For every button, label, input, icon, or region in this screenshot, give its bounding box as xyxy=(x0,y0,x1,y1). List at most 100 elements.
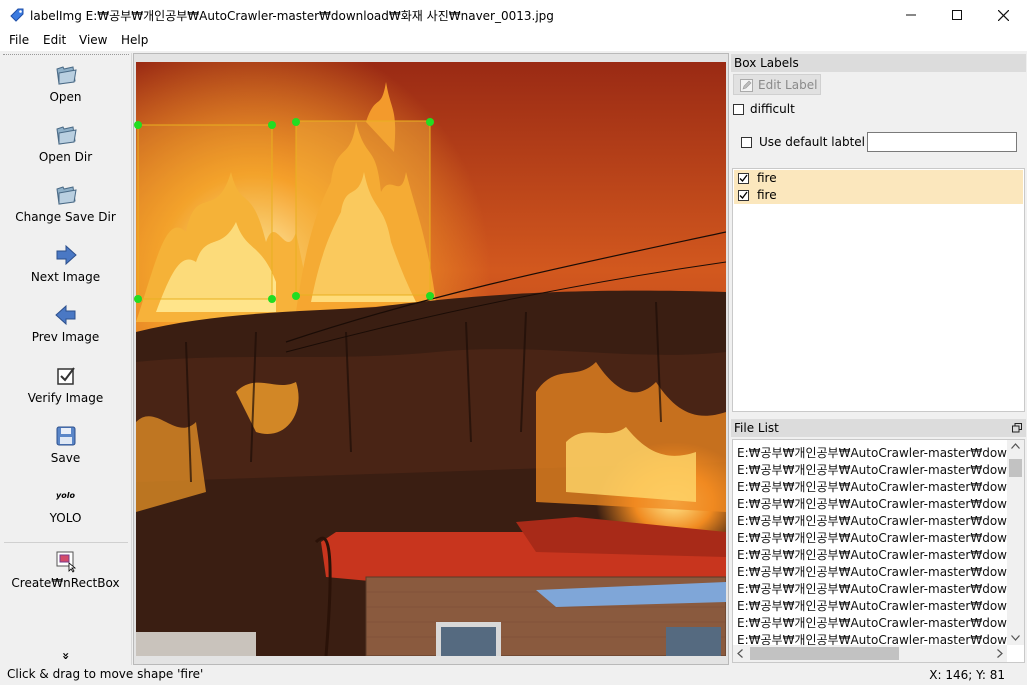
folder-open-icon xyxy=(55,66,77,85)
file-list-item[interactable]: E:₩공부₩개인공부₩AutoCrawler-master₩downloa xyxy=(737,563,1007,580)
menu-help[interactable]: Help xyxy=(121,33,148,47)
file-list-horizontal-scrollbar[interactable] xyxy=(733,645,1007,662)
label-list-item[interactable]: fire xyxy=(734,187,1023,204)
save-label: Save xyxy=(50,451,81,465)
folder-open-icon xyxy=(55,126,77,145)
bbox-handle[interactable] xyxy=(134,121,142,129)
bbox-handle[interactable] xyxy=(292,118,300,126)
file-list-item[interactable]: E:₩공부₩개인공부₩AutoCrawler-master₩downloa xyxy=(737,461,1007,478)
label-item-checkbox[interactable] xyxy=(738,190,749,201)
file-list: E:₩공부₩개인공부₩AutoCrawler-master₩downloa E:… xyxy=(732,439,1025,663)
file-list-item[interactable]: E:₩공부₩개인공부₩AutoCrawler-master₩downloa xyxy=(737,597,1007,614)
menu-edit[interactable]: Edit xyxy=(43,33,66,47)
window-title: labelImg E:₩공부₩개인공부₩AutoCrawler-master₩d… xyxy=(30,9,554,23)
bbox-handle[interactable] xyxy=(268,295,276,303)
folder-open-icon xyxy=(55,186,77,205)
status-bar: Click & drag to move shape 'fire' X: 146… xyxy=(0,665,1027,685)
difficult-checkbox[interactable] xyxy=(733,104,744,115)
scroll-down-icon[interactable] xyxy=(1011,635,1020,641)
scroll-up-icon[interactable] xyxy=(1011,443,1020,449)
scroll-left-icon[interactable] xyxy=(737,649,743,658)
bbox-handle[interactable] xyxy=(426,292,434,300)
file-list-item[interactable]: E:₩공부₩개인공부₩AutoCrawler-master₩downloa xyxy=(737,546,1007,563)
yolo-button[interactable]: yolo YOLO xyxy=(0,484,131,525)
bbox-fire-1[interactable] xyxy=(134,121,276,303)
default-label-input[interactable] xyxy=(867,132,1017,152)
tool-bar: Open Open Dir Change Save Dir Next Image… xyxy=(0,53,132,665)
open-button[interactable]: Open xyxy=(0,63,131,104)
file-list-item[interactable]: E:₩공부₩개인공부₩AutoCrawler-master₩downloa xyxy=(737,580,1007,597)
edit-label-button[interactable]: Edit Label xyxy=(733,74,821,95)
menu-file[interactable]: File xyxy=(9,33,29,47)
label-item-checkbox[interactable] xyxy=(738,173,749,184)
toolbar-separator xyxy=(4,542,128,543)
verify-image-label: Verify Image xyxy=(27,391,104,405)
check-icon xyxy=(739,174,748,182)
floppy-disk-icon xyxy=(56,426,75,446)
file-list-item[interactable]: E:₩공부₩개인공부₩AutoCrawler-master₩downloa xyxy=(737,478,1007,495)
check-icon xyxy=(739,191,748,199)
bounding-box-layer xyxy=(134,118,434,303)
create-rect-box-button[interactable]: Create₩nRectBox xyxy=(0,549,131,590)
maximize-icon xyxy=(952,10,962,20)
vertical-scroll-thumb[interactable] xyxy=(1009,459,1022,477)
scroll-right-icon[interactable] xyxy=(997,649,1003,658)
next-image-label: Next Image xyxy=(30,270,101,284)
file-list-item[interactable]: E:₩공부₩개인공부₩AutoCrawler-master₩downloa xyxy=(737,495,1007,512)
bbox-handle[interactable] xyxy=(134,295,142,303)
yolo-icon: yolo xyxy=(56,491,75,500)
next-image-button[interactable]: Next Image xyxy=(0,243,131,284)
verify-image-button[interactable]: Verify Image xyxy=(0,364,131,405)
file-list-title: File List xyxy=(731,419,1026,437)
prev-image-button[interactable]: Prev Image xyxy=(0,303,131,344)
minimize-button[interactable] xyxy=(888,0,934,30)
label-list-item[interactable]: fire xyxy=(734,170,1023,187)
title-bar: labelImg E:₩공부₩개인공부₩AutoCrawler-master₩d… xyxy=(0,0,1027,30)
bbox-fire-2[interactable] xyxy=(292,118,434,300)
arrow-left-icon xyxy=(54,304,75,326)
close-icon xyxy=(997,9,1009,21)
image-canvas[interactable] xyxy=(133,53,729,665)
undock-icon[interactable] xyxy=(1012,423,1022,433)
menu-view[interactable]: View xyxy=(79,33,107,47)
cursor-coordinates: X: 146; Y: 81 xyxy=(929,668,1005,682)
maximize-button[interactable] xyxy=(934,0,980,30)
box-labels-title: Box Labels xyxy=(731,54,1026,72)
label-item-text: fire xyxy=(757,188,777,202)
draw-rect-icon xyxy=(56,551,76,573)
file-list-item[interactable]: E:₩공부₩개인공부₩AutoCrawler-master₩downloa xyxy=(737,529,1007,546)
toolbar-extension-icon[interactable]: » xyxy=(59,650,73,662)
label-list: fire fire xyxy=(732,168,1025,412)
bbox-handle[interactable] xyxy=(268,121,276,129)
use-default-label-checkbox[interactable] xyxy=(741,137,752,148)
label-item-text: fire xyxy=(757,171,777,185)
file-list-item[interactable]: E:₩공부₩개인공부₩AutoCrawler-master₩downloa xyxy=(737,444,1007,461)
edit-pencil-icon xyxy=(740,79,753,92)
file-list-item[interactable]: E:₩공부₩개인공부₩AutoCrawler-master₩downloa xyxy=(737,614,1007,631)
arrow-right-icon xyxy=(56,244,77,266)
change-save-dir-label: Change Save Dir xyxy=(15,210,116,224)
close-button[interactable] xyxy=(980,0,1026,30)
yolo-label: YOLO xyxy=(49,511,82,525)
bbox-handle[interactable] xyxy=(292,292,300,300)
open-dir-button[interactable]: Open Dir xyxy=(0,123,131,164)
checkbox-verify-icon xyxy=(56,367,75,385)
bbox-handle[interactable] xyxy=(426,118,434,126)
change-save-dir-button[interactable]: Change Save Dir xyxy=(0,183,131,224)
open-label: Open xyxy=(49,90,82,104)
horizontal-scroll-thumb[interactable] xyxy=(750,647,899,660)
edit-label-text: Edit Label xyxy=(758,78,818,92)
file-list-vertical-scrollbar[interactable] xyxy=(1007,440,1024,645)
status-message: Click & drag to move shape 'fire' xyxy=(7,667,204,681)
create-rect-box-label: Create₩nRectBox xyxy=(11,576,120,590)
open-dir-label: Open Dir xyxy=(38,150,93,164)
difficult-label: difficult xyxy=(750,102,795,116)
prev-image-label: Prev Image xyxy=(31,330,100,344)
save-button[interactable]: Save xyxy=(0,424,131,465)
menu-bar: File Edit View Help xyxy=(0,30,1027,51)
toolbar-grip xyxy=(3,54,129,55)
use-default-label-text: Use default labtel xyxy=(759,135,865,149)
app-tag-icon xyxy=(10,8,24,22)
file-list-item[interactable]: E:₩공부₩개인공부₩AutoCrawler-master₩downloa xyxy=(737,512,1007,529)
file-list-title-text: File List xyxy=(734,421,779,435)
